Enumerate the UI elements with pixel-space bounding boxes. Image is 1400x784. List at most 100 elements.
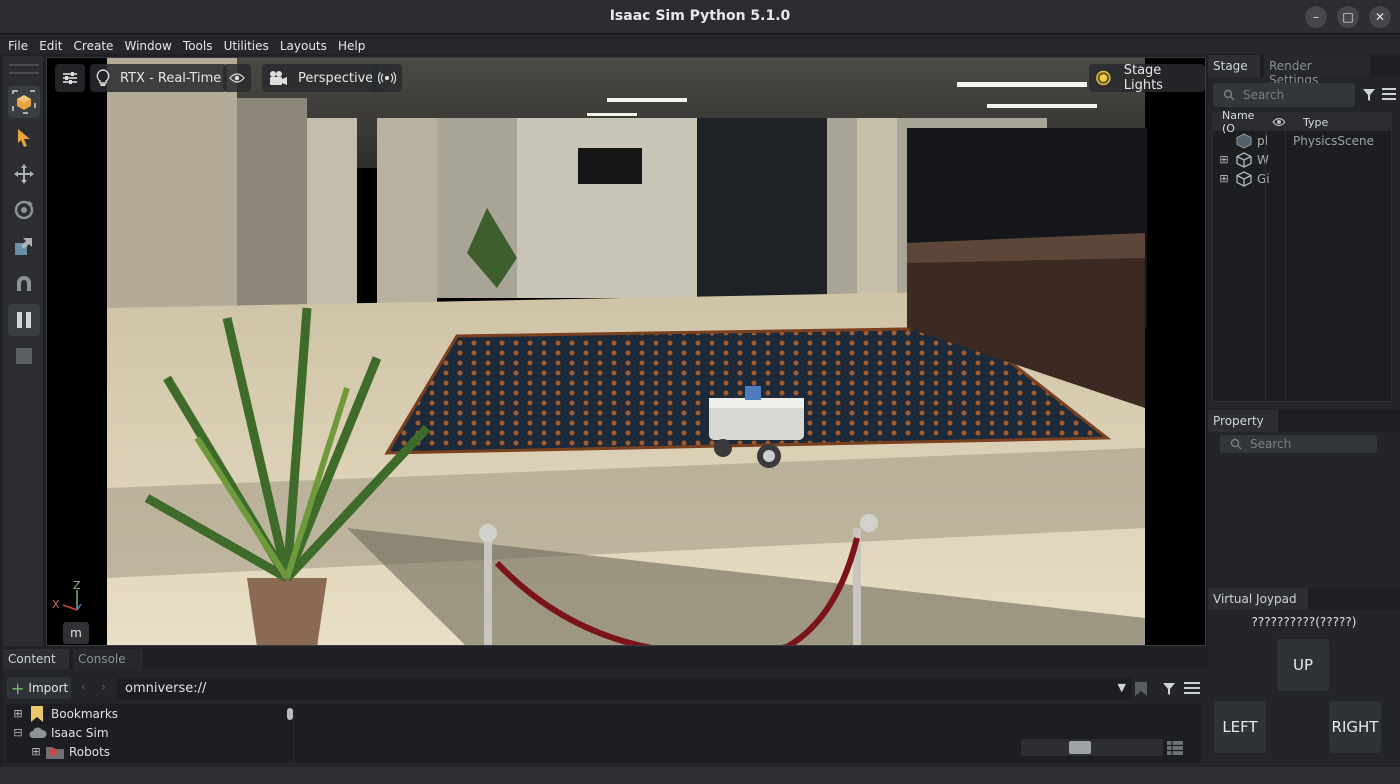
move-tool-button[interactable] [8,158,40,190]
tree-item-bookmarks[interactable]: ⊞ Bookmarks [7,704,293,723]
joypad-up-button[interactable]: UP [1277,639,1329,691]
tree-item-robots[interactable]: ⊞ Robots [7,742,293,761]
stop-icon [16,348,32,364]
units-button[interactable]: m [63,622,89,644]
visibility-column-icon[interactable] [1272,117,1286,127]
plus-icon: + [11,678,25,698]
bookmark-folder-icon [31,705,43,722]
menu-create[interactable]: Create [74,37,114,53]
column-divider[interactable] [1285,113,1286,401]
stage-lights-button[interactable]: Stage Lights [1089,63,1205,93]
filter-icon[interactable] [1162,682,1176,696]
pause-button[interactable] [8,304,40,336]
scene-render[interactable] [47,58,1206,646]
visibility-button[interactable] [223,64,251,92]
content-grid[interactable] [295,704,1201,762]
path-input[interactable]: omniverse:// ▼ [117,678,1132,700]
menu-file[interactable]: File [8,37,28,53]
menu-bar: File Edit Create Window Tools Utilities … [0,35,1400,54]
menu-edit[interactable]: Edit [39,37,62,53]
menu-help[interactable]: Help [338,37,365,53]
expand-plus-icon[interactable]: ⊞ [1213,153,1235,166]
viewport-settings-button[interactable] [55,64,85,92]
viewport[interactable]: RTX - Real-Time Perspective Stage Lights… [46,57,1206,646]
tab-property[interactable]: Property [1208,410,1278,432]
forward-arrow-icon[interactable]: › [101,680,106,694]
minimize-button[interactable]: – [1305,6,1327,28]
camera-button[interactable]: Perspective [262,64,380,92]
tree-item-isaac-sim[interactable]: ⊟ Isaac Sim [7,723,293,742]
collapse-minus-icon[interactable]: ⊟ [7,726,29,739]
prim-cube-icon [1236,132,1252,149]
stage-row-physics[interactable]: pl PhysicsScene [1213,131,1391,150]
tree-item-label: Isaac Sim [51,725,109,740]
rotate-tool-button[interactable] [8,194,40,226]
expand-plus-icon[interactable]: ⊞ [7,707,29,720]
menu-window[interactable]: Window [125,37,172,53]
expand-plus-icon[interactable]: ⊞ [27,745,45,758]
tab-render-settings[interactable]: Render Settings [1264,55,1370,87]
stage-search-input[interactable]: Search [1213,83,1355,107]
prim-cube-icon [1236,151,1252,168]
slider-handle[interactable] [1069,741,1091,754]
list-view-icon[interactable] [1167,741,1183,755]
menu-tools[interactable]: Tools [183,37,213,53]
import-button[interactable]: + Import [7,677,71,699]
back-arrow-icon[interactable]: ‹ [81,680,86,694]
prim-select-icon [12,90,36,114]
sensor-button[interactable] [372,64,402,92]
content-tabs: Content Console [3,649,1208,669]
column-type[interactable]: Type [1303,116,1328,129]
camera-icon [270,71,287,85]
stage-row-ground[interactable]: ⊞ Gi [1213,169,1391,188]
axis-x-label: X [52,598,60,611]
title-bar: Isaac Sim Python 5.1.0 – □ ✕ [0,0,1400,34]
joypad-right-button[interactable]: RIGHT [1329,701,1381,753]
broadcast-icon [378,71,396,85]
toolbar-grip[interactable] [9,64,39,74]
renderer-button[interactable]: RTX - Real-Time [90,64,228,92]
tab-console[interactable]: Console [73,649,143,669]
property-search-input[interactable]: Search [1220,435,1377,453]
bookmark-icon[interactable] [1134,681,1148,697]
stage-search-placeholder: Search [1243,88,1285,102]
stage-tree-header: Name (O Type [1213,109,1391,135]
left-toolbar [3,56,43,646]
joypad-tabbar: Virtual Joypad [1208,588,1400,610]
filter-icon[interactable] [1362,88,1376,102]
path-dropdown-icon[interactable]: ▼ [1118,681,1126,694]
stage-row-type: PhysicsScene [1293,133,1374,148]
cursor-arrow-icon [18,129,30,147]
expand-plus-icon[interactable]: ⊞ [1213,172,1235,185]
menu-lines-icon[interactable] [1184,682,1200,694]
stage-row-world[interactable]: ⊞ W [1213,150,1391,169]
scale-icon [15,238,32,255]
select-mode-button[interactable] [8,86,40,118]
maximize-button[interactable]: □ [1337,6,1359,28]
snap-button[interactable] [8,268,40,300]
column-divider[interactable] [1265,113,1266,401]
tab-content[interactable]: Content [3,649,69,669]
tab-virtual-joypad[interactable]: Virtual Joypad [1208,588,1308,610]
search-icon [1223,89,1235,101]
select-tool-button[interactable] [8,122,40,154]
menu-lines-icon[interactable] [1382,88,1396,100]
close-button[interactable]: ✕ [1369,6,1391,28]
right-panel: Stage Render Settings Search Name (O Typ… [1208,55,1400,767]
thumbnail-size-slider[interactable] [1021,739,1163,756]
cloud-icon [29,727,47,738]
menu-utilities[interactable]: Utilities [224,37,269,53]
stage-row-name: pl [1257,133,1268,148]
window-title: Isaac Sim Python 5.1.0 [609,8,791,24]
joypad-left-button[interactable]: LEFT [1214,701,1266,753]
joypad-status: ??????????(?????) [1251,615,1357,629]
tree-item-label: Robots [69,744,111,759]
tree-scrollbar[interactable] [287,708,293,720]
tab-stage[interactable]: Stage [1208,55,1260,77]
stop-button[interactable] [8,340,40,372]
rotate-icon [14,200,34,220]
scale-tool-button[interactable] [8,230,40,262]
menu-layouts[interactable]: Layouts [280,37,327,53]
stage-row-name: W [1257,152,1269,167]
status-bar [0,767,1400,784]
